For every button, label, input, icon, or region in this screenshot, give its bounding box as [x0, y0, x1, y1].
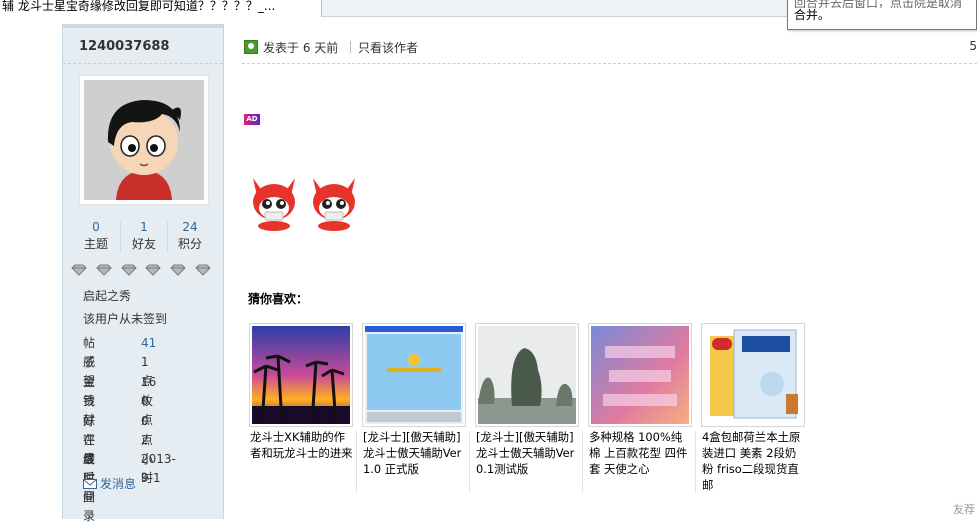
stat-friends[interactable]: 1 好友	[121, 220, 167, 252]
recommend-thumbnail[interactable]	[249, 323, 353, 427]
author-name-link[interactable]: 1240037688	[79, 39, 169, 54]
rank-diamonds	[71, 264, 216, 278]
stat-label: 积分	[167, 236, 213, 252]
tooltip-line: 合并。	[794, 8, 970, 22]
panel-top-strip	[63, 24, 223, 28]
stat-label: 主题	[73, 236, 119, 252]
recommend-thumbnail[interactable]	[588, 323, 692, 427]
recommend-thumbnail[interactable]	[475, 323, 579, 427]
bedding-product-image	[591, 326, 689, 424]
user-group-title: 启起之秀	[83, 287, 131, 304]
diamond-icon	[121, 264, 137, 276]
send-message-link[interactable]: 发消息	[83, 475, 136, 492]
milk-powder-product-image	[704, 326, 802, 424]
recommend-item[interactable]: 多种规格 100%纯棉 上百款花型 四件套 天使之心	[585, 323, 695, 493]
divider	[350, 41, 351, 53]
footer-corner-text: 友荐	[953, 501, 975, 517]
avatar[interactable]	[79, 75, 209, 205]
ad-icon[interactable]: AD	[244, 114, 260, 125]
fox-emoticon-icon	[249, 172, 299, 232]
software-screenshot-image	[365, 326, 463, 424]
divider	[469, 431, 470, 493]
diamond-icon	[195, 264, 211, 276]
stat-value: 0	[73, 220, 119, 234]
divider	[63, 63, 223, 64]
user-online-icon	[244, 40, 258, 54]
tooltip: 回合并去后窗口，点击院是取消 合并。	[787, 0, 977, 30]
browser-tab[interactable]: 辅 龙斗士星宝奇缘修改回复即可知道？？？？？_...	[0, 0, 322, 17]
divider	[242, 63, 977, 64]
info-value-link[interactable]: 41	[141, 334, 156, 353]
stat-points[interactable]: 24 积分	[167, 220, 213, 252]
recommend-item[interactable]: [龙斗士][傲天辅助]龙斗士傲天辅助Ver1.0 正式版	[359, 323, 469, 493]
post-header: 发表于 6 天前 只看该作者 5	[242, 38, 977, 62]
avatar-image	[84, 80, 204, 200]
karst-islands-image	[478, 326, 576, 424]
recommend-thumbnail[interactable]	[362, 323, 466, 427]
recommend-caption[interactable]: 多种规格 100%纯棉 上百款花型 四件套 天使之心	[589, 429, 693, 477]
info-value: 2013-9-1	[141, 450, 176, 488]
diamond-icon	[71, 264, 87, 276]
recommend-caption[interactable]: 4盒包邮荷兰本土原装进口 美素 2段奶粉 friso二段现货直邮	[702, 429, 806, 493]
fox-emoticon-icon	[309, 172, 359, 232]
floor-number[interactable]: 5	[969, 39, 977, 53]
stat-value: 24	[167, 220, 213, 234]
recommend-title: 猜你喜欢：	[248, 290, 308, 307]
recommend-item[interactable]: [龙斗士][傲天辅助]龙斗士傲天辅助Ver0.1测试版	[472, 323, 582, 493]
divider	[582, 431, 583, 493]
diamond-icon	[170, 264, 186, 276]
stat-label: 好友	[121, 236, 167, 252]
recommend-item[interactable]: 4盒包邮荷兰本土原装进口 美素 2段奶粉 friso二段现货直邮	[698, 323, 808, 493]
post-time: 发表于 6 天前	[263, 39, 338, 56]
recommend-caption[interactable]: [龙斗士][傲天辅助]龙斗士傲天辅助Ver1.0 正式版	[363, 429, 467, 477]
stat-threads[interactable]: 0 主题	[73, 220, 119, 252]
mail-icon	[83, 479, 97, 489]
author-panel: 1240037688 0 主题 1 好友 24 积分	[62, 24, 224, 519]
only-author-link[interactable]: 只看该作者	[358, 39, 418, 56]
sunset-palm-image	[252, 326, 350, 424]
recommend-thumbnail[interactable]	[701, 323, 805, 427]
send-message-label: 发消息	[100, 477, 136, 491]
diamond-icon	[96, 264, 112, 276]
author-stats: 0 主题 1 好友 24 积分	[73, 220, 213, 254]
diamond-icon	[145, 264, 161, 276]
recommend-item[interactable]: 龙斗士XK辅助的作者和玩龙斗士的进来	[246, 323, 356, 493]
recommend-caption[interactable]: 龙斗士XK辅助的作者和玩龙斗士的进来	[250, 429, 354, 461]
divider	[356, 431, 357, 493]
sign-status: 该用户从未签到	[83, 310, 167, 327]
stat-value: 1	[121, 220, 167, 234]
divider	[695, 431, 696, 493]
tooltip-line: 回合并去后窗口，点击院是取消	[794, 0, 970, 8]
recommend-caption[interactable]: [龙斗士][傲天辅助]龙斗士傲天辅助Ver0.1测试版	[476, 429, 580, 477]
